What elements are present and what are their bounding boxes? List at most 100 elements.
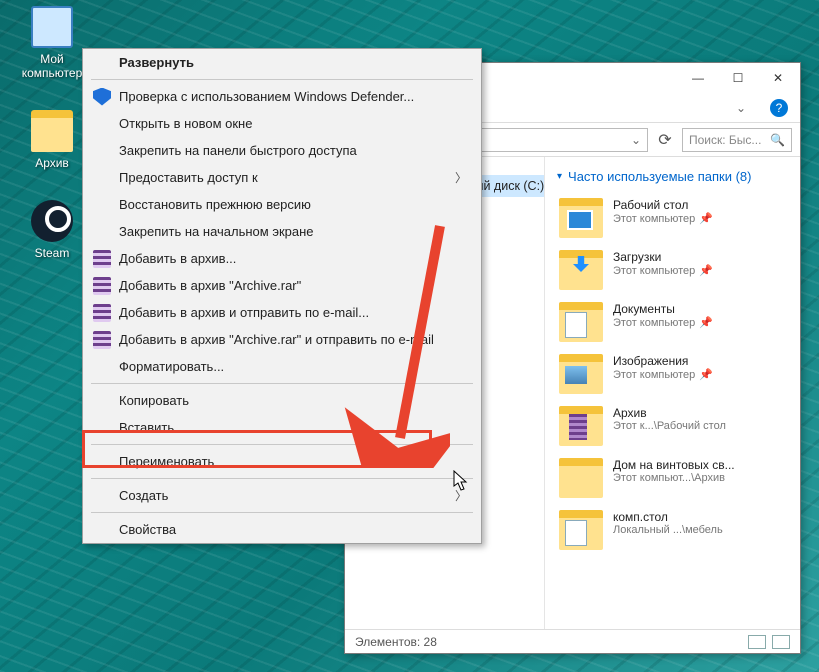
folder-item[interactable]: АрхивЭтот к...\Рабочий стол	[551, 400, 794, 452]
folder-name: Рабочий стол	[613, 198, 713, 212]
folder-sub: Этот компьютер📌	[613, 212, 713, 225]
search-placeholder: Поиск: Быс...	[689, 133, 761, 147]
menu-item[interactable]: Предоставить доступ к 〉	[83, 164, 481, 191]
chevron-down-icon[interactable]: ⌄	[631, 133, 641, 147]
folder-name: Загрузки	[613, 250, 713, 264]
folder-sub: Локальный ...\мебель	[613, 524, 723, 536]
menu-item-label: Вставить	[119, 420, 174, 435]
menu-item[interactable]: Закрепить на панели быстрого доступа	[83, 137, 481, 164]
menu-item[interactable]: Форматировать...	[83, 353, 481, 380]
content-pane[interactable]: ▾ Часто используемые папки (8) Рабочий с…	[545, 157, 800, 629]
menu-separator	[91, 79, 473, 80]
menu-item[interactable]: Копировать	[83, 387, 481, 414]
folder-item[interactable]: комп.столЛокальный ...\мебель	[551, 504, 794, 556]
menu-item-label: Открыть в новом окне	[119, 116, 252, 131]
menu-item-label: Добавить в архив и отправить по e-mail..…	[119, 305, 369, 320]
menu-item[interactable]: Закрепить на начальном экране	[83, 218, 481, 245]
pin-icon: 📌	[699, 317, 713, 329]
folder-item[interactable]: ДокументыЭтот компьютер📌	[551, 296, 794, 348]
folder-item[interactable]: ЗагрузкиЭтот компьютер📌	[551, 244, 794, 296]
desktop-icon-steam[interactable]: Steam	[12, 200, 92, 260]
search-input[interactable]: Поиск: Быс... 🔍	[682, 128, 792, 152]
menu-item[interactable]: Добавить в архив...	[83, 245, 481, 272]
menu-separator	[91, 383, 473, 384]
help-icon[interactable]: ?	[770, 99, 788, 117]
folder-icon	[559, 354, 603, 394]
menu-item-label: Закрепить на панели быстрого доступа	[119, 143, 357, 158]
menu-item-label: Закрепить на начальном экране	[119, 224, 314, 239]
menu-separator	[91, 478, 473, 479]
menu-item-label: Добавить в архив "Archive.rar"	[119, 278, 301, 293]
desktop-icon-label: Steam	[12, 246, 92, 260]
menu-item[interactable]: Свойства	[83, 516, 481, 543]
menu-item-label: Добавить в архив...	[119, 251, 236, 266]
archive-icon	[93, 304, 111, 322]
menu-item[interactable]: Восстановить прежнюю версию	[83, 191, 481, 218]
archive-icon	[93, 331, 111, 349]
desktop-icon-label: Архив	[12, 156, 92, 170]
refresh-button[interactable]: ⟳	[654, 129, 676, 151]
menu-item[interactable]: Добавить в архив "Archive.rar" и отправи…	[83, 326, 481, 353]
folder-sub: Этот компьютер📌	[613, 316, 713, 329]
folder-icon	[559, 458, 603, 498]
minimize-button[interactable]: —	[678, 64, 718, 92]
menu-item-label: Добавить в архив "Archive.rar" и отправи…	[119, 332, 434, 347]
menu-item-label: Свойства	[119, 522, 176, 537]
statusbar: Элементов: 28	[345, 629, 800, 653]
view-icons-button[interactable]	[772, 635, 790, 649]
ribbon-expand-icon[interactable]: ⌄	[736, 101, 746, 115]
folder-name: Архив	[613, 406, 726, 420]
menu-item[interactable]: Вставить	[83, 414, 481, 441]
pin-icon: 📌	[699, 213, 713, 225]
menu-item[interactable]: Создать 〉	[83, 482, 481, 509]
menu-item-label: Проверка с использованием Windows Defend…	[119, 89, 414, 104]
close-button[interactable]: ✕	[758, 64, 798, 92]
menu-item-label: Копировать	[119, 393, 189, 408]
menu-item-label: Переименовать	[119, 454, 214, 469]
archive-icon	[93, 250, 111, 268]
context-menu: Развернуть Проверка с использованием Wind…	[82, 48, 482, 544]
menu-item[interactable]: Добавить в архив "Archive.rar"	[83, 272, 481, 299]
folder-sub: Этот к...\Рабочий стол	[613, 420, 726, 432]
folder-sub: Этот компьютер📌	[613, 264, 713, 277]
menu-item-label: Создать	[119, 488, 168, 503]
menu-item[interactable]: Развернуть	[83, 49, 481, 76]
folder-name: Изображения	[613, 354, 713, 368]
folder-item[interactable]: Дом на винтовых св...Этот компьют...\Арх…	[551, 452, 794, 504]
menu-item-label: Развернуть	[119, 55, 194, 70]
desktop-icon-archive[interactable]: Архив	[12, 110, 92, 170]
menu-item-label: Предоставить доступ к	[119, 170, 258, 185]
menu-item[interactable]: Добавить в архив и отправить по e-mail..…	[83, 299, 481, 326]
folder-name: Документы	[613, 302, 713, 316]
folder-sub: Этот компьютер📌	[613, 368, 713, 381]
status-text: Элементов: 28	[355, 635, 437, 649]
pin-icon: 📌	[699, 265, 713, 277]
view-details-button[interactable]	[748, 635, 766, 649]
folder-icon	[559, 250, 603, 290]
chevron-right-icon: 〉	[455, 487, 467, 504]
menu-item-label: Форматировать...	[119, 359, 224, 374]
folder-icon	[559, 198, 603, 238]
menu-item[interactable]: Переименовать	[83, 448, 481, 475]
computer-icon	[31, 6, 73, 48]
pin-icon: 📌	[699, 369, 713, 381]
search-icon: 🔍	[770, 133, 785, 147]
steam-icon	[31, 200, 73, 242]
menu-item[interactable]: Проверка с использованием Windows Defend…	[83, 83, 481, 110]
menu-item-label: Восстановить прежнюю версию	[119, 197, 311, 212]
desktop-icon-label: Мой компьютер	[12, 52, 92, 80]
menu-item[interactable]: Открыть в новом окне	[83, 110, 481, 137]
menu-separator	[91, 512, 473, 513]
section-title: Часто используемые папки (8)	[568, 169, 751, 184]
desktop-icon-my-computer[interactable]: Мой компьютер	[12, 6, 92, 80]
folder-icon	[559, 302, 603, 342]
section-frequent-folders[interactable]: ▾ Часто используемые папки (8)	[551, 167, 794, 192]
maximize-button[interactable]: ☐	[718, 64, 758, 92]
menu-separator	[91, 444, 473, 445]
folder-icon	[559, 406, 603, 446]
folder-name: комп.стол	[613, 510, 723, 524]
folder-item[interactable]: Рабочий столЭтот компьютер📌	[551, 192, 794, 244]
folder-item[interactable]: ИзображенияЭтот компьютер📌	[551, 348, 794, 400]
chevron-right-icon: 〉	[455, 169, 467, 186]
folder-icon	[31, 110, 73, 152]
